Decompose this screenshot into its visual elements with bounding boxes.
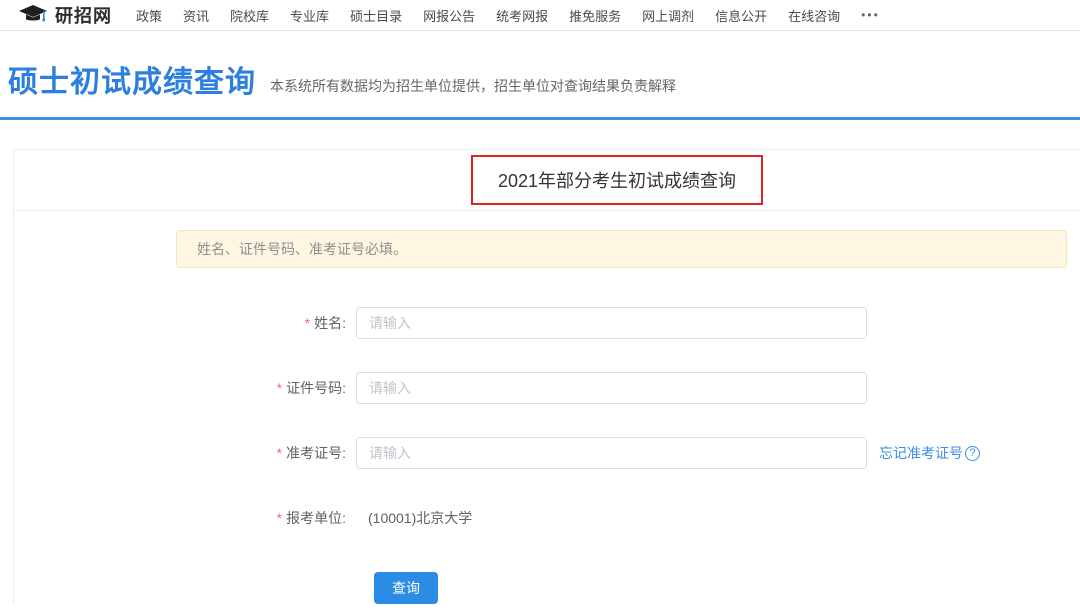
nav-item-unified-exam-report[interactable]: 统考网报 [496, 6, 548, 25]
page-subtitle: 本系统所有数据均为招生单位提供，招生单位对查询结果负责解释 [270, 76, 676, 101]
nav-item-more[interactable]: ••• [861, 8, 880, 22]
card-heading: 2021年部分考生初试成绩查询 [471, 155, 763, 205]
id-number-label: *证件号码: [14, 378, 346, 398]
unit-value: (10001)北京大学 [368, 508, 472, 528]
nav-item-master-catalog[interactable]: 硕士目录 [350, 6, 402, 25]
admission-ticket-label: *准考证号: [14, 443, 346, 463]
id-number-input[interactable] [356, 372, 867, 404]
nav-item-exemption-service[interactable]: 推免服务 [569, 6, 621, 25]
nav-item-info-disclosure[interactable]: 信息公开 [715, 6, 767, 25]
nav-item-news[interactable]: 资讯 [183, 6, 209, 25]
required-mark: * [277, 380, 282, 396]
forgot-ticket-link[interactable]: 忘记准考证号? [879, 443, 980, 463]
nav-item-policy[interactable]: 政策 [136, 6, 162, 25]
nav-item-major-db[interactable]: 专业库 [290, 6, 329, 25]
required-mark: * [305, 315, 310, 331]
name-label: *姓名: [14, 313, 346, 333]
nav-item-online-report-notice[interactable]: 网报公告 [423, 6, 475, 25]
form-row-submit: 查询 [14, 572, 1080, 604]
card-header: 2021年部分考生初试成绩查询 [14, 150, 1080, 211]
query-card: 2021年部分考生初试成绩查询 姓名、证件号码、准考证号必填。 *姓名: *证件… [13, 149, 1080, 604]
required-mark: * [277, 510, 282, 526]
query-button[interactable]: 查询 [374, 572, 438, 604]
required-fields-alert: 姓名、证件号码、准考证号必填。 [176, 230, 1067, 268]
alert-text: 姓名、证件号码、准考证号必填。 [197, 239, 407, 259]
nav-item-online-adjustment[interactable]: 网上调剂 [642, 6, 694, 25]
nav-item-online-consult[interactable]: 在线咨询 [788, 6, 840, 25]
blue-divider [0, 117, 1080, 120]
unit-label: *报考单位: [14, 508, 346, 528]
form-row-name: *姓名: [14, 307, 1080, 339]
form-row-id-number: *证件号码: [14, 372, 1080, 404]
graduation-cap-icon [18, 5, 48, 26]
top-navigation: 研招网 政策 资讯 院校库 专业库 硕士目录 网报公告 统考网报 推免服务 网上… [0, 0, 1080, 31]
form-row-admission-ticket: *准考证号: 忘记准考证号? [14, 437, 1080, 469]
site-logo[interactable]: 研招网 [18, 2, 112, 28]
required-mark: * [277, 445, 282, 461]
card-body: 姓名、证件号码、准考证号必填。 *姓名: *证件号码: *准考证号: 忘记准考证… [14, 211, 1080, 604]
page-header: 硕士初试成绩查询 本系统所有数据均为招生单位提供，招生单位对查询结果负责解释 [0, 31, 1080, 101]
admission-ticket-input[interactable] [356, 437, 867, 469]
form-row-unit: *报考单位: (10001)北京大学 [14, 502, 1080, 534]
page-title: 硕士初试成绩查询 [8, 57, 256, 101]
help-icon[interactable]: ? [965, 446, 980, 461]
score-query-form: *姓名: *证件号码: *准考证号: 忘记准考证号? *报考单位: (10001… [14, 307, 1080, 604]
nav-item-school-db[interactable]: 院校库 [230, 6, 269, 25]
nav-menu: 政策 资讯 院校库 专业库 硕士目录 网报公告 统考网报 推免服务 网上调剂 信… [136, 6, 901, 25]
site-logo-text: 研招网 [55, 2, 112, 28]
name-input[interactable] [356, 307, 867, 339]
